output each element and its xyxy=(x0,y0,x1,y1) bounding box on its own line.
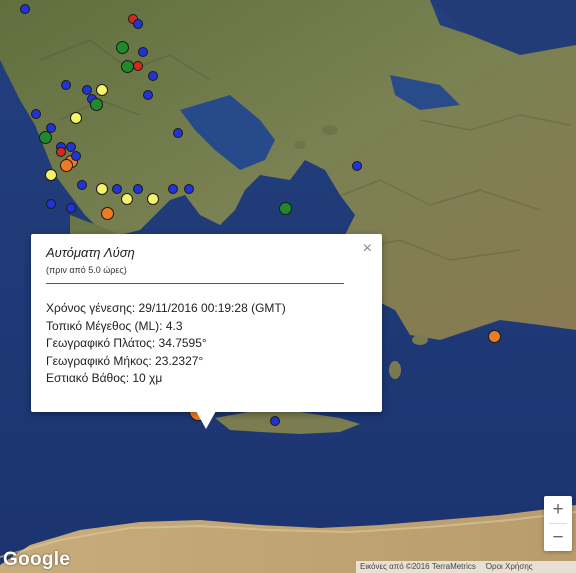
earthquake-marker[interactable] xyxy=(278,201,292,215)
earthquake-marker[interactable] xyxy=(56,146,67,157)
local-magnitude: Τοπικό Μέγεθος (ML): 4.3 xyxy=(46,318,183,333)
earthquake-marker[interactable] xyxy=(120,59,134,73)
zoom-control: + − xyxy=(544,496,572,551)
earthquake-marker[interactable] xyxy=(132,61,143,72)
popup-title: Αυτόματη Λύση xyxy=(46,245,135,260)
earthquake-marker[interactable] xyxy=(132,18,143,29)
earthquake-marker[interactable] xyxy=(90,97,104,111)
origin-time: Χρόνος γένεσης: 29/11/2016 00:19:28 (GMT… xyxy=(46,301,286,315)
google-logo[interactable]: Google xyxy=(3,549,70,571)
popup-details: Χρόνος γένεσης: 29/11/2016 00:19:28 (GMT… xyxy=(46,300,286,388)
terms-link[interactable]: Όροι Χρήσης xyxy=(486,562,533,571)
earthquake-marker[interactable] xyxy=(76,179,87,190)
imagery-credit: Εικόνες από ©2016 TerraMetrics xyxy=(360,562,476,571)
earthquake-marker[interactable] xyxy=(183,184,194,195)
map-attribution: Εικόνες από ©2016 TerraMetrics Όροι Χρήση… xyxy=(356,561,576,573)
popup-divider xyxy=(46,283,344,284)
earthquake-marker[interactable] xyxy=(142,89,153,100)
earthquake-marker[interactable] xyxy=(45,198,56,209)
focal-depth: Εστιακό Βάθος: 10 χμ xyxy=(46,371,163,385)
close-icon[interactable]: × xyxy=(363,240,372,258)
popup-subtitle: (πριν από 5.0 ώρες) xyxy=(46,265,127,275)
zoom-out-button[interactable]: − xyxy=(544,524,572,551)
earthquake-marker[interactable] xyxy=(173,127,184,138)
earthquake-marker[interactable] xyxy=(351,160,362,171)
longitude: Γεωγραφικό Μήκος: 23.2327° xyxy=(46,353,204,368)
zoom-in-button[interactable]: + xyxy=(544,496,572,523)
latitude: Γεωγραφικό Πλάτος: 34.7595° xyxy=(46,336,207,350)
earthquake-marker[interactable] xyxy=(30,108,41,119)
info-window-pointer xyxy=(196,411,216,429)
earthquake-marker[interactable] xyxy=(137,47,148,58)
earthquake-marker[interactable] xyxy=(146,192,159,205)
earthquake-marker[interactable] xyxy=(115,40,129,54)
earthquake-marker[interactable] xyxy=(95,83,108,96)
earthquake-marker[interactable] xyxy=(147,70,158,81)
info-window: Αυτόματη Λύση (πριν από 5.0 ώρες) × Χρόν… xyxy=(31,234,382,412)
earthquake-marker[interactable] xyxy=(487,329,501,343)
earthquake-marker[interactable] xyxy=(100,206,114,220)
earthquake-marker[interactable] xyxy=(59,159,73,173)
map-canvas[interactable]: Αυτόματη Λύση (πριν από 5.0 ώρες) × Χρόν… xyxy=(0,0,576,573)
